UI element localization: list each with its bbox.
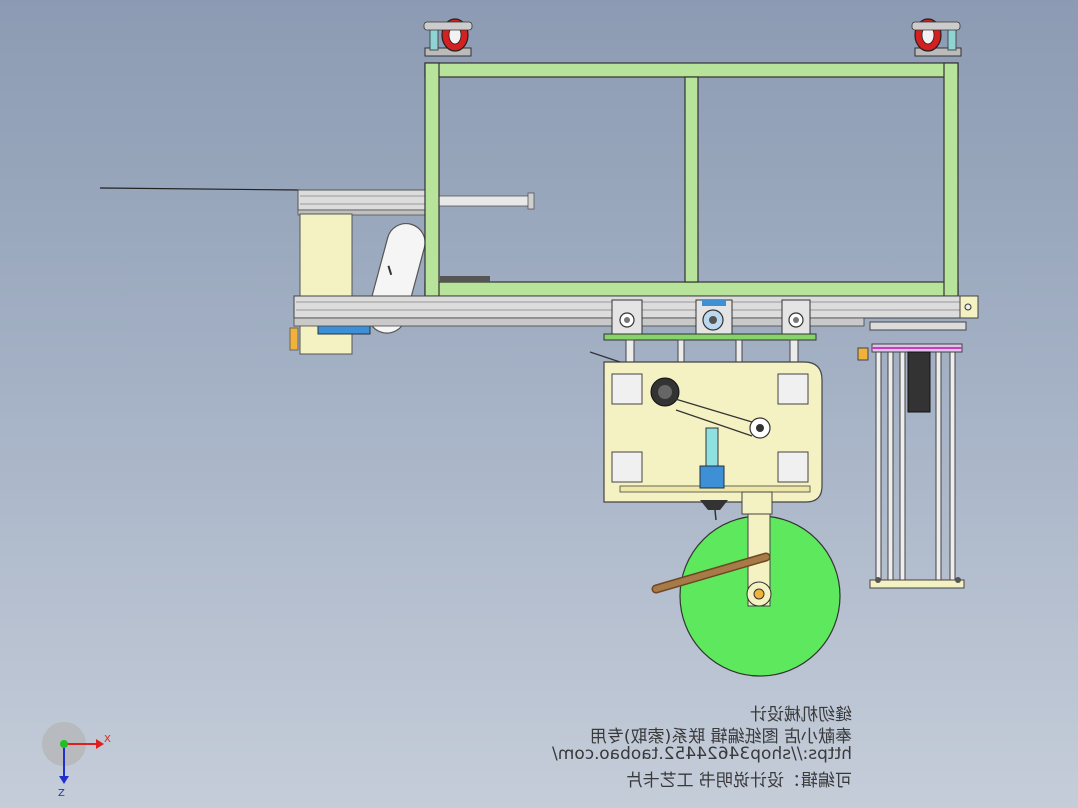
right-rod-assembly — [857, 321, 967, 589]
rail-carriage — [603, 299, 817, 341]
guide-wire — [99, 187, 301, 191]
cad-drawing-canvas: X Z — [42, 18, 979, 799]
main-green-frame — [424, 62, 959, 297]
z-axis-label: Z — [58, 788, 65, 799]
coordinate-triad — [42, 722, 104, 784]
upper-rail-assembly — [297, 189, 535, 216]
x-axis-label: X — [104, 734, 111, 745]
watermark-line-1: 可编辑：设计说明书 工艺卡片 — [625, 771, 852, 791]
cream-mounting-plate — [589, 351, 823, 503]
watermark-line-2: https://shop34624452.taobao.com/ — [552, 744, 852, 764]
green-wheel-assembly — [651, 491, 841, 677]
caster-left — [423, 18, 473, 57]
caster-right — [911, 18, 962, 57]
left-yellow-stop — [289, 327, 299, 351]
